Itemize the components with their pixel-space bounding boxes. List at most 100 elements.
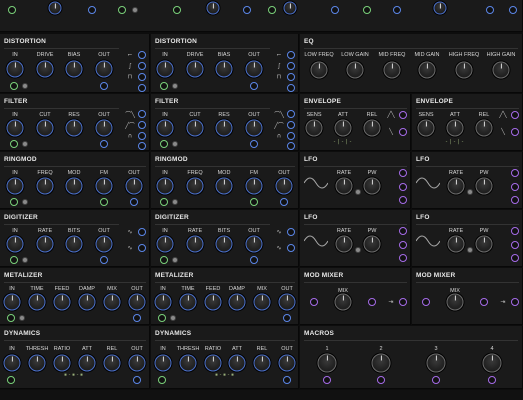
mode-jack-3[interactable] [287, 132, 295, 140]
mix-out-jack[interactable] [511, 298, 519, 306]
mode-jack-2[interactable] [287, 121, 295, 129]
dig-jack-1[interactable] [287, 228, 295, 236]
mix-knob[interactable] [253, 293, 271, 311]
pw-knob[interactable] [363, 177, 381, 195]
top-mini-1[interactable] [132, 7, 138, 13]
macro-knob-4[interactable] [482, 353, 502, 373]
top-jack-5[interactable] [243, 6, 251, 14]
top-jack-11[interactable] [509, 6, 517, 14]
lfo-out-jack-2[interactable] [511, 183, 519, 191]
mix-in-jack-a[interactable] [310, 298, 318, 306]
freq-knob[interactable] [186, 177, 204, 195]
env-toggle[interactable]: -|-|- [333, 139, 353, 145]
input-jack[interactable] [10, 140, 18, 148]
out-knob[interactable] [245, 119, 263, 137]
dig-jack-2[interactable] [287, 244, 295, 252]
out-knob[interactable] [95, 119, 113, 137]
mode-jack-1[interactable] [138, 110, 146, 118]
in-mod-knob[interactable] [22, 141, 28, 147]
high-gain-knob[interactable] [492, 61, 510, 79]
in-knob[interactable] [154, 293, 172, 311]
shape-jack-2[interactable] [287, 62, 295, 70]
freq-knob[interactable] [36, 177, 54, 195]
out-knob[interactable] [128, 293, 146, 311]
release-knob[interactable] [103, 354, 121, 372]
mix-in-jack-b[interactable] [368, 298, 376, 306]
lfo-out-jack-2[interactable] [399, 183, 407, 191]
release-knob[interactable] [363, 119, 381, 137]
drive-knob[interactable] [186, 60, 204, 78]
top-jack-2[interactable] [88, 6, 96, 14]
feed-knob[interactable] [204, 293, 222, 311]
env-out-jack-2[interactable] [399, 128, 407, 136]
high-freq-knob[interactable] [455, 61, 473, 79]
in-mod-knob[interactable] [19, 315, 25, 321]
macro-knob-2[interactable] [371, 353, 391, 373]
top-knob-2[interactable] [206, 1, 220, 15]
in-knob[interactable] [6, 60, 24, 78]
fm-knob[interactable] [245, 177, 263, 195]
output-jack[interactable] [100, 140, 108, 148]
rate-knob[interactable] [335, 235, 353, 253]
attack-knob[interactable] [78, 354, 96, 372]
sens-knob[interactable] [305, 119, 323, 137]
input-jack[interactable] [10, 82, 18, 90]
in-mod-knob[interactable] [172, 83, 178, 89]
out-knob[interactable] [125, 177, 143, 195]
cutoff-knob[interactable] [186, 119, 204, 137]
output-jack[interactable] [133, 314, 141, 322]
input-jack[interactable] [160, 82, 168, 90]
in-knob[interactable] [156, 177, 174, 195]
top-jack-3[interactable] [118, 6, 126, 14]
output-jack[interactable] [130, 198, 138, 206]
in-knob[interactable] [6, 119, 24, 137]
macro-out-jack-4[interactable] [488, 376, 496, 384]
macro-knob-1[interactable] [317, 353, 337, 373]
in-mod-knob[interactable] [172, 199, 178, 205]
top-jack-10[interactable] [486, 6, 494, 14]
out-knob[interactable] [95, 235, 113, 253]
in-mod-knob[interactable] [22, 83, 28, 89]
output-jack[interactable] [250, 140, 258, 148]
time-knob[interactable] [179, 293, 197, 311]
mid-gain-knob[interactable] [418, 61, 436, 79]
lfo-out-jack-2[interactable] [511, 241, 519, 249]
env-out-jack-2[interactable] [511, 128, 519, 136]
out-knob[interactable] [278, 293, 296, 311]
feed-knob[interactable] [53, 293, 71, 311]
rate-knob[interactable] [36, 235, 54, 253]
sync-button[interactable] [355, 189, 361, 195]
time-knob[interactable] [28, 293, 46, 311]
sync-button[interactable] [467, 189, 473, 195]
env-out-jack-1[interactable] [511, 111, 519, 119]
lfo-out-jack-3[interactable] [511, 196, 519, 204]
input-jack[interactable] [158, 376, 166, 384]
out-knob[interactable] [275, 177, 293, 195]
sync-button[interactable] [355, 247, 361, 253]
rate-knob[interactable] [447, 177, 465, 195]
mod-knob[interactable] [65, 177, 83, 195]
in-mod-knob[interactable] [22, 199, 28, 205]
env-toggle[interactable]: -|-|- [445, 139, 465, 145]
output-jack[interactable] [283, 376, 291, 384]
input-jack[interactable] [10, 256, 18, 264]
input-jack[interactable] [160, 140, 168, 148]
damp-knob[interactable] [228, 293, 246, 311]
mix-in-jack-b[interactable] [480, 298, 488, 306]
pw-knob[interactable] [363, 235, 381, 253]
input-jack[interactable] [160, 198, 168, 206]
resonance-knob[interactable] [215, 119, 233, 137]
lfo-out-jack-3[interactable] [399, 254, 407, 262]
macro-out-jack-3[interactable] [432, 376, 440, 384]
attack-knob[interactable] [446, 119, 464, 137]
bits-knob[interactable] [215, 235, 233, 253]
ratio-knob[interactable] [53, 354, 71, 372]
out-knob[interactable] [245, 235, 263, 253]
top-knob-1[interactable] [48, 1, 62, 15]
mix-knob[interactable] [446, 293, 464, 311]
out-knob[interactable] [128, 354, 146, 372]
macro-out-jack-2[interactable] [377, 376, 385, 384]
dig-jack-1[interactable] [138, 228, 146, 236]
low-gain-knob[interactable] [346, 61, 364, 79]
mix-knob[interactable] [334, 293, 352, 311]
